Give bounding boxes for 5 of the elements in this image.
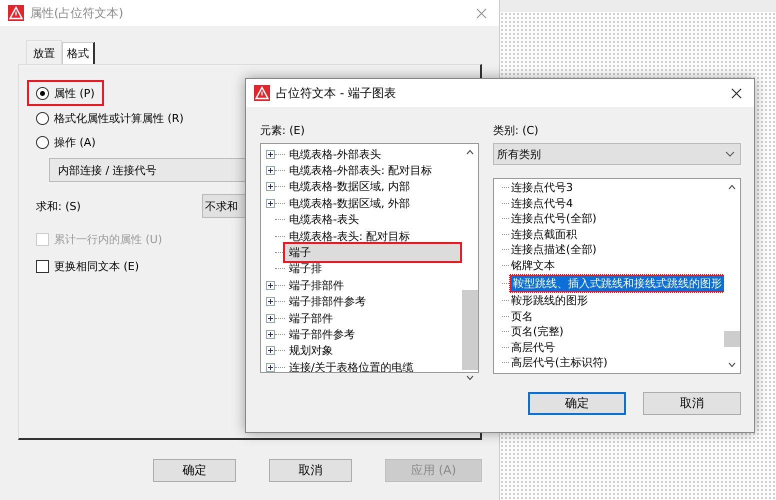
sum-label: 求和: (S) [36,198,81,214]
window-title: 占位符文本 - 端子图表 [276,84,396,102]
window-title: 属性(占位符文本) [30,4,124,22]
elements-label: 元素: (E) [260,122,306,138]
category-label: 类别: (C) [493,122,540,138]
